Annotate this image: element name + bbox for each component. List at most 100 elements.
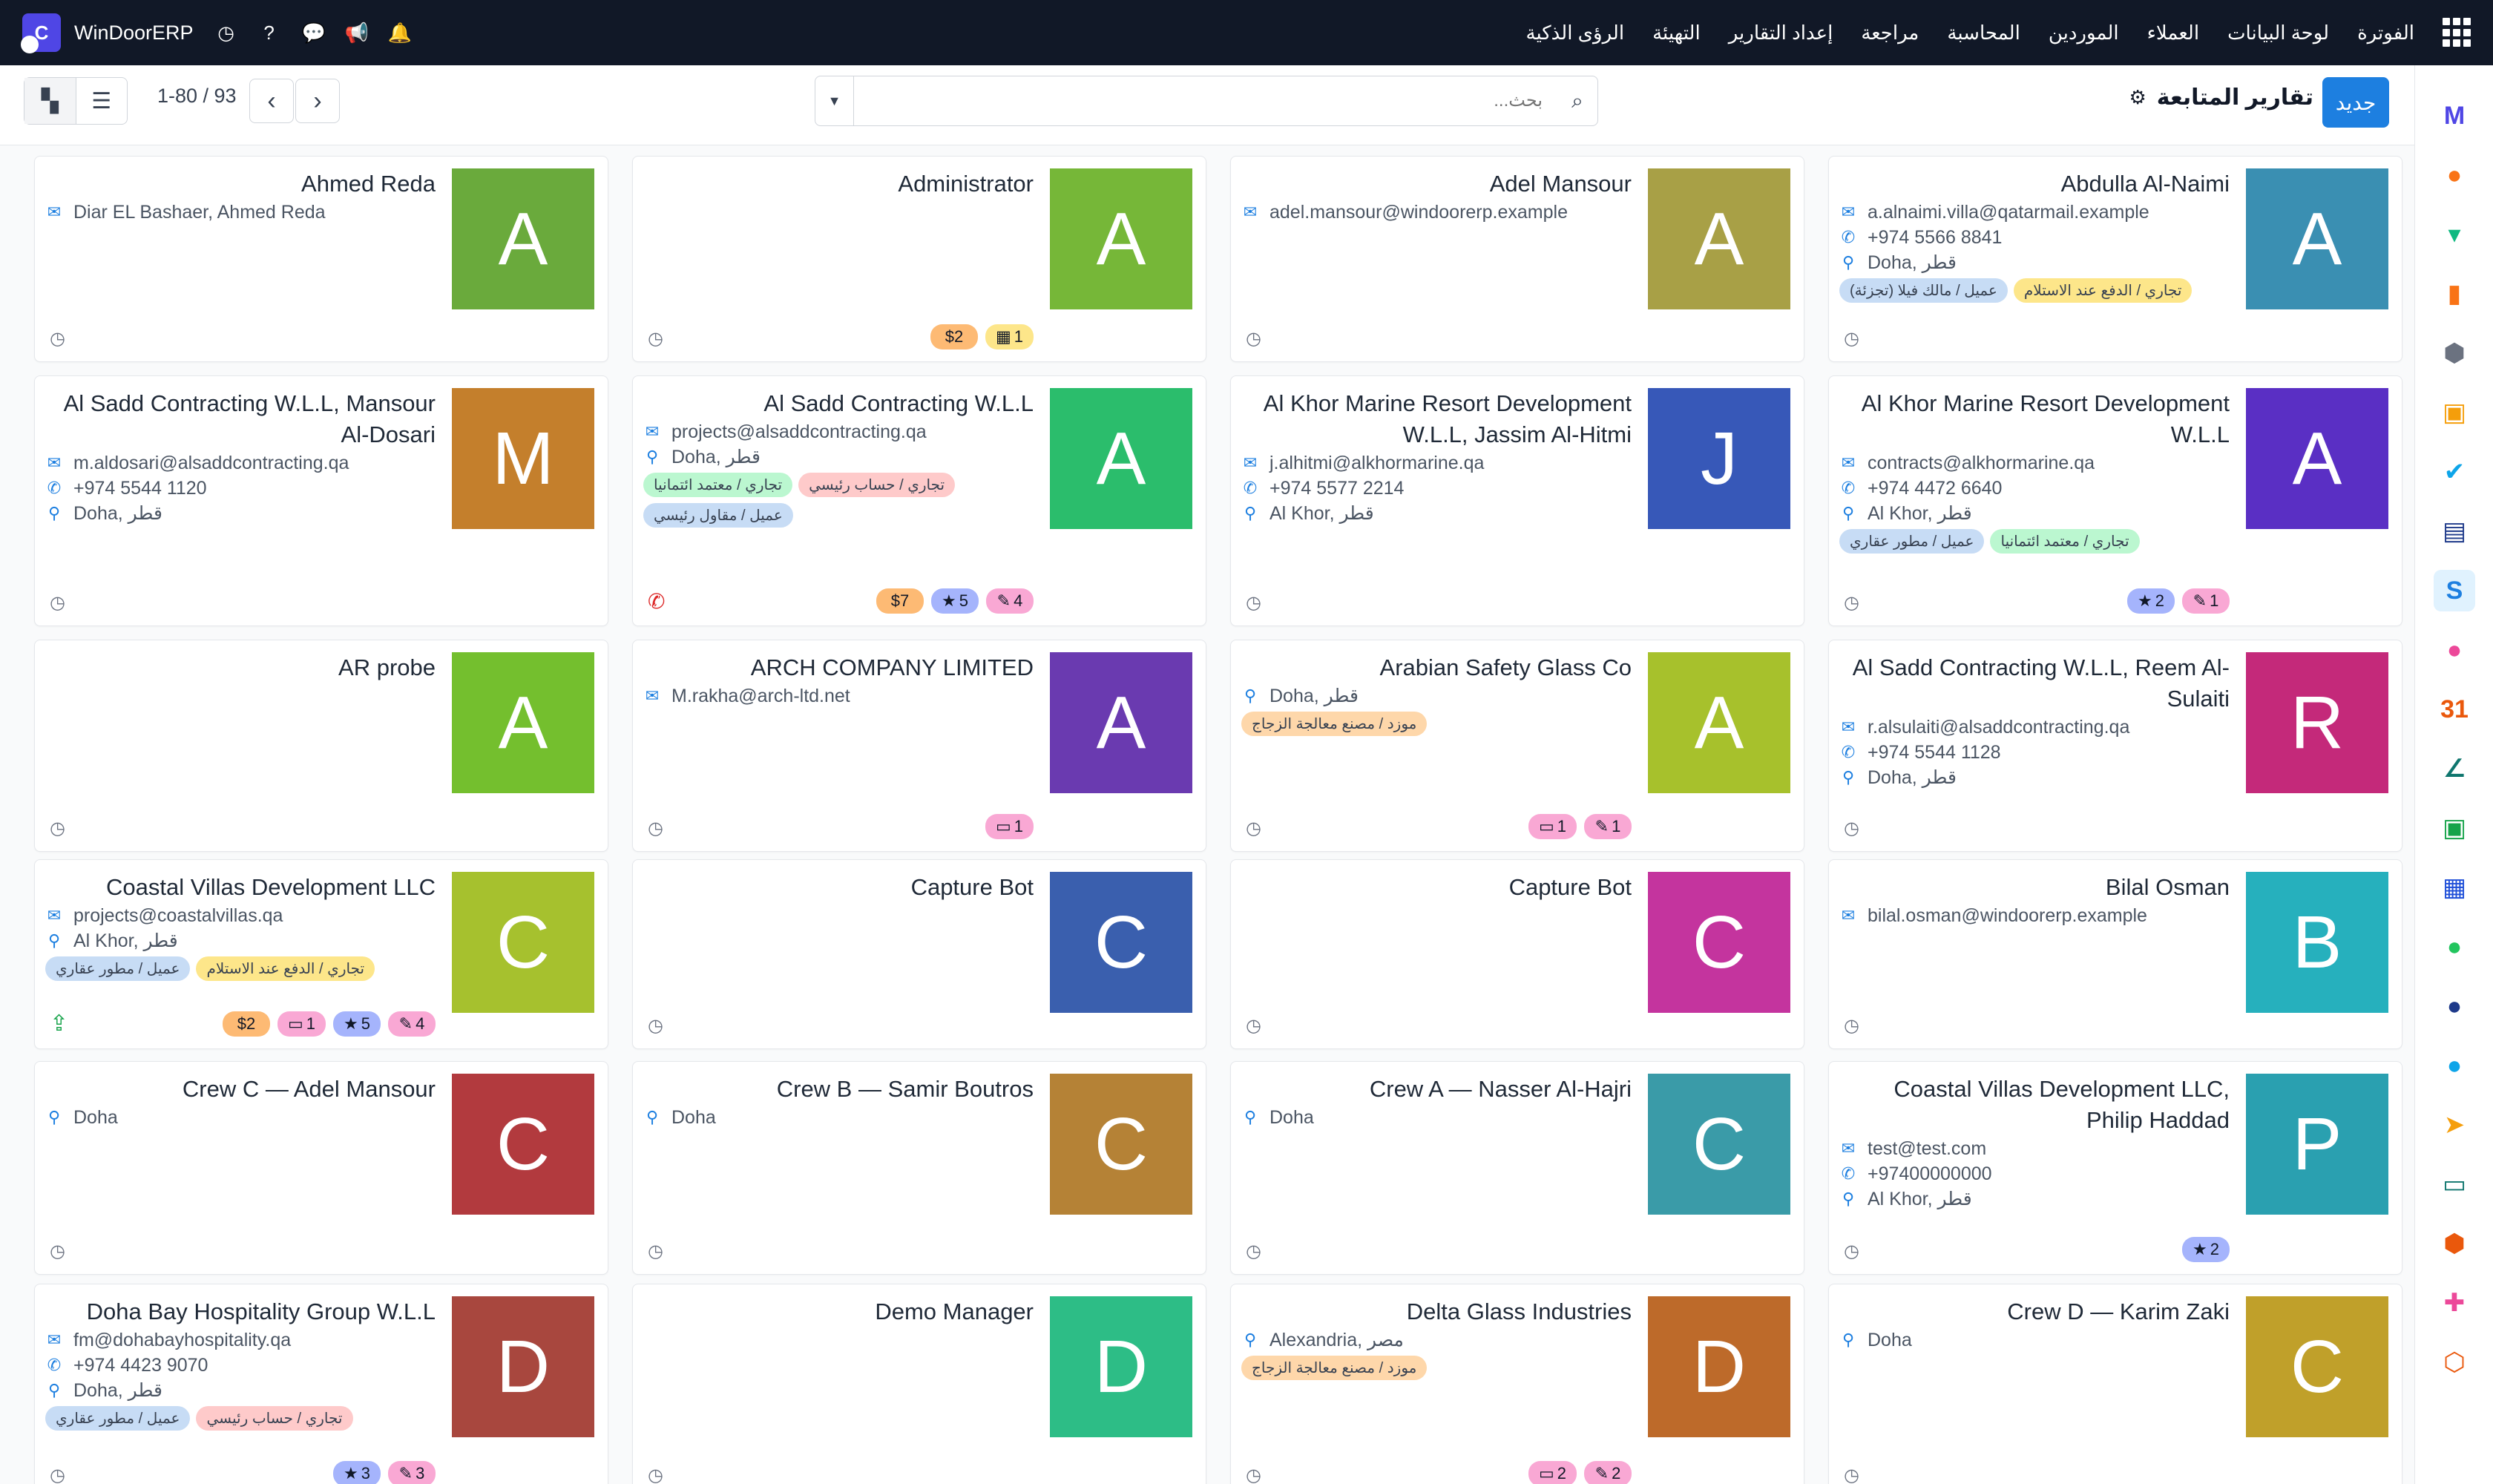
activity-clock-icon[interactable]: ◷ — [648, 818, 663, 839]
stat-badge[interactable]: ▭ 2 — [1528, 1461, 1577, 1484]
kanban-card[interactable]: J Al Khor Marine Resort Development W.L.L… — [1230, 375, 1804, 626]
activity-clock-icon[interactable]: ◷ — [648, 1241, 663, 1262]
stat-badge[interactable]: $2 — [930, 324, 978, 349]
kanban-card[interactable]: D Delta Glass Industries Alexandria, مصر ⚲ م… — [1230, 1284, 1804, 1484]
megaphone-icon[interactable]: 📢 — [345, 22, 369, 43]
app-pinwheel-icon[interactable]: ✚ — [2434, 1282, 2475, 1324]
stat-badge[interactable]: ★ 5 — [931, 588, 979, 614]
menu-item-invoicing[interactable]: الفوترة — [2357, 22, 2414, 45]
app-box-icon[interactable]: ⬢ — [2434, 332, 2475, 374]
app-book-icon[interactable]: ▤ — [2434, 510, 2475, 552]
activity-clock-icon[interactable]: ◷ — [1844, 818, 1859, 839]
kanban-card[interactable]: C Crew B — Samir Boutros Doha ⚲ ◷ — [632, 1061, 1206, 1275]
kanban-card[interactable]: C Crew D — Karim Zaki Doha ⚲ ◷ — [1828, 1284, 2402, 1484]
search-icon[interactable]: ⌕ — [1557, 89, 1597, 114]
kanban-card[interactable]: A Al Sadd Contracting W.L.L projects@alsad… — [632, 375, 1206, 626]
stat-badge[interactable]: ▭ 1 — [277, 1011, 326, 1037]
app-send-icon[interactable]: ➤ — [2434, 1104, 2475, 1146]
apps-menu-icon[interactable] — [2441, 18, 2471, 47]
activity-clock-icon[interactable]: ◷ — [1246, 592, 1261, 614]
stat-badge[interactable]: ★ 5 — [333, 1011, 381, 1037]
menu-item-smart-insights[interactable]: الرؤى الذكية — [1526, 22, 1625, 45]
stat-badge[interactable]: ✎ 1 — [2182, 588, 2230, 614]
kanban-card[interactable]: C Capture Bot ◷ — [632, 859, 1206, 1049]
menu-item-customers[interactable]: العملاء — [2147, 22, 2199, 45]
app-orange-circle-icon[interactable]: ● — [2434, 154, 2475, 196]
activity-clock-icon[interactable]: ◷ — [1246, 328, 1261, 349]
kanban-card[interactable]: A Adel Mansour adel.mansour@windoorerp.exa… — [1230, 156, 1804, 362]
stat-badge[interactable]: ✎ 2 — [1584, 1461, 1632, 1484]
app-hex-icon[interactable]: ⬢ — [2434, 1223, 2475, 1264]
activity-clock-icon[interactable]: ◷ — [50, 818, 65, 839]
activity-clock-icon[interactable]: ◷ — [50, 592, 65, 614]
menu-item-reporting[interactable]: إعداد التقارير — [1729, 22, 1833, 45]
pager-next-button[interactable]: › — [249, 79, 294, 123]
company-switcher[interactable]: C WinDoorERP — [21, 13, 194, 53]
activity-clock-icon[interactable]: ◷ — [1844, 1015, 1859, 1037]
list-view-button[interactable]: ☰ — [76, 78, 128, 124]
kanban-card[interactable]: A AR probe ◷ — [34, 640, 608, 852]
kanban-card[interactable]: C Coastal Villas Development LLC projects@… — [34, 859, 608, 1049]
app-m-icon[interactable]: M — [2434, 95, 2475, 137]
kanban-card[interactable]: C Crew C — Adel Mansour Doha ⚲ ◷ — [34, 1061, 608, 1275]
stat-badge[interactable]: ✎ 3 — [388, 1461, 436, 1484]
kanban-view-button[interactable]: ▚ — [24, 78, 76, 124]
app-wave-icon[interactable]: ● — [2434, 1045, 2475, 1086]
stat-badge[interactable]: ✎ 1 — [1584, 814, 1632, 839]
menu-item-configuration[interactable]: التهيئة — [1652, 22, 1701, 45]
kanban-card[interactable]: A Al Khor Marine Resort Development W.L.L… — [1828, 375, 2402, 626]
menu-item-vendors[interactable]: الموردين — [2049, 22, 2119, 45]
app-whatsapp-icon[interactable]: ● — [2434, 926, 2475, 968]
kanban-card[interactable]: B Bilal Osman bilal.osman@windoorerp.examp… — [1828, 859, 2402, 1049]
app-bar-chart-icon[interactable]: ▮ — [2434, 273, 2475, 315]
app-people-icon[interactable]: ● — [2434, 629, 2475, 671]
stat-badge[interactable]: ★ 2 — [2182, 1237, 2230, 1262]
stat-badge[interactable]: ▦ 1 — [985, 324, 1034, 349]
app-image-icon[interactable]: ▣ — [2434, 392, 2475, 433]
stat-badge[interactable]: ✎ 4 — [986, 588, 1034, 614]
stat-badge[interactable]: $7 — [876, 588, 924, 614]
chat-icon[interactable]: 💬 — [302, 22, 326, 43]
app-contacts-icon[interactable]: ▣ — [2434, 807, 2475, 849]
kanban-card[interactable]: R Al Sadd Contracting W.L.L, Reem Al-Sula… — [1828, 640, 2402, 852]
activity-clock-icon[interactable]: ◷ — [1844, 1465, 1859, 1484]
app-sheet-icon[interactable]: S — [2434, 570, 2475, 611]
clock-icon[interactable]: ◷ — [216, 22, 237, 43]
pager-previous-button[interactable]: ‹ — [295, 79, 340, 123]
activity-clock-icon[interactable]: ◷ — [1246, 818, 1261, 839]
activity-clock-icon[interactable]: ◷ — [1246, 1015, 1261, 1037]
gear-icon[interactable]: ⚙ — [2129, 86, 2146, 109]
app-dashboard-icon[interactable]: ▦ — [2434, 867, 2475, 908]
activity-clock-icon[interactable]: ◷ — [50, 1465, 65, 1484]
app-check-icon[interactable]: ✔ — [2434, 451, 2475, 493]
bell-icon[interactable]: 🔔 — [388, 22, 412, 43]
menu-item-accounting[interactable]: المحاسبة — [1947, 22, 2020, 45]
stat-badge[interactable]: ▭ 1 — [1528, 814, 1577, 839]
kanban-card[interactable]: A ARCH COMPANY LIMITED M.rakha@arch-ltd.ne… — [632, 640, 1206, 852]
help-icon[interactable]: ? — [259, 22, 280, 43]
stat-badge[interactable]: ✎ 4 — [388, 1011, 436, 1037]
activity-clock-icon[interactable]: ◷ — [1844, 328, 1859, 349]
app-hexagon-icon[interactable]: ⬡ — [2434, 1342, 2475, 1383]
search-input[interactable] — [854, 76, 1557, 125]
app-monitor-icon[interactable]: ▭ — [2434, 1163, 2475, 1205]
activity-clock-icon[interactable]: ◷ — [648, 1015, 663, 1037]
kanban-card[interactable]: M Al Sadd Contracting W.L.L, Mansour Al-D… — [34, 375, 608, 626]
new-button[interactable]: جديد — [2322, 77, 2389, 128]
kanban-card[interactable]: A Administrator ◷ $2 ▦ 1 — [632, 156, 1206, 362]
pager-value[interactable]: 1-80 / 93 — [157, 85, 237, 108]
kanban-card[interactable]: D Demo Manager ◷ — [632, 1284, 1206, 1484]
kanban-card[interactable]: A Ahmed Reda Diar EL Bashaer, Ahmed Reda ✉ ◷ — [34, 156, 608, 362]
activity-clock-icon[interactable]: ◷ — [1844, 592, 1859, 614]
activity-clock-icon[interactable]: ◷ — [648, 1465, 663, 1484]
kanban-card[interactable]: C Capture Bot ◷ — [1230, 859, 1804, 1049]
stat-badge[interactable]: ★ 2 — [2127, 588, 2175, 614]
app-green-chevron-icon[interactable]: ▾ — [2434, 214, 2475, 255]
app-calendar-icon[interactable]: 31 — [2434, 689, 2475, 730]
activity-clock-icon[interactable]: ◷ — [1844, 1241, 1859, 1262]
kanban-card[interactable]: C Crew A — Nasser Al-Hajri Doha ⚲ ◷ — [1230, 1061, 1804, 1275]
activity-clock-icon[interactable]: ◷ — [648, 328, 663, 349]
stat-badge[interactable]: ▭ 1 — [985, 814, 1034, 839]
activity-clock-icon[interactable]: ◷ — [50, 1241, 65, 1262]
kanban-card[interactable]: D Doha Bay Hospitality Group W.L.L fm@doha… — [34, 1284, 608, 1484]
